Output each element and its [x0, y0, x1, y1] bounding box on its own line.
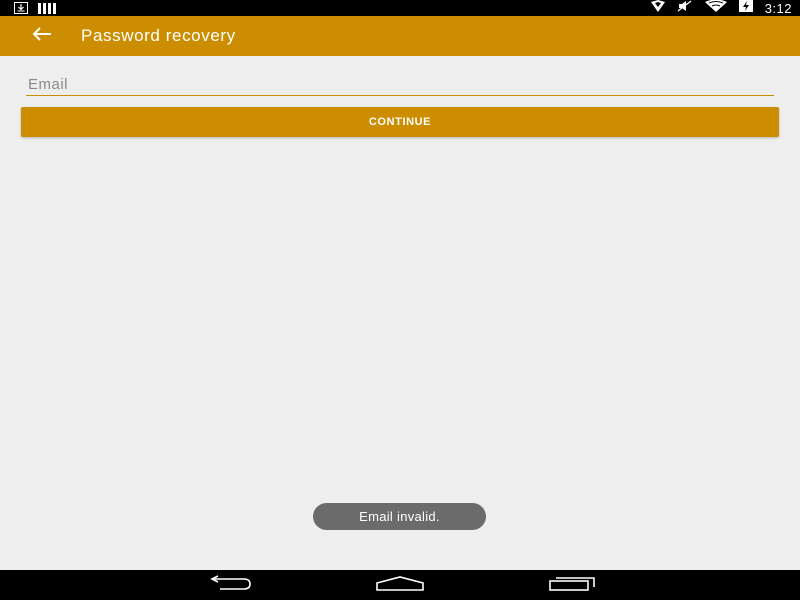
home-icon	[375, 575, 425, 596]
recents-icon	[548, 575, 596, 596]
nav-back-button[interactable]	[199, 573, 259, 597]
screen: 3:12 Password recovery CONTINUE Email in…	[0, 0, 800, 600]
navigation-bar	[0, 570, 800, 600]
email-field[interactable]	[26, 74, 774, 96]
status-bar: 3:12	[0, 0, 800, 16]
battery-charging-icon	[738, 0, 753, 17]
status-clock: 3:12	[764, 0, 792, 16]
page-title: Password recovery	[81, 26, 236, 45]
wifi-icon	[704, 0, 727, 17]
muted-icon	[677, 0, 693, 17]
toast-message: Email invalid.	[313, 503, 486, 530]
nav-recents-button[interactable]	[542, 573, 602, 597]
nav-home-button[interactable]	[370, 573, 430, 597]
status-right-icons: 3:12	[650, 0, 792, 17]
continue-button[interactable]: CONTINUE	[21, 107, 779, 137]
arrow-left-icon	[32, 26, 52, 46]
toolbar: Password recovery	[0, 16, 800, 56]
location-icon	[650, 0, 665, 17]
back-button[interactable]	[26, 22, 58, 50]
back-icon	[206, 574, 252, 596]
